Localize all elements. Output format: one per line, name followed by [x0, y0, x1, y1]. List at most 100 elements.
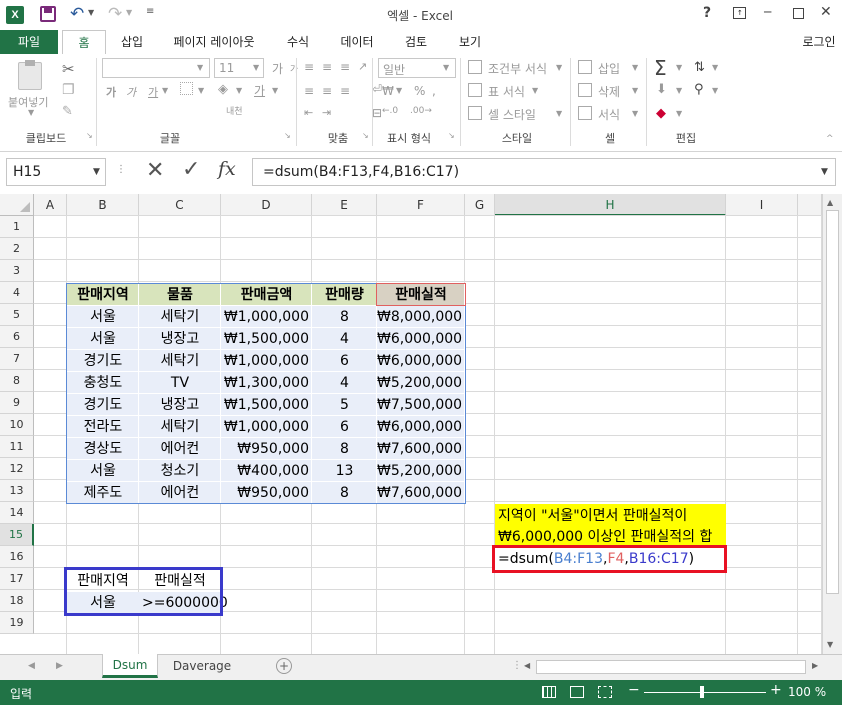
table-format-icon[interactable] — [468, 83, 482, 97]
add-sheet-icon[interactable]: + — [276, 658, 292, 674]
tab-home[interactable]: 홈 — [62, 30, 106, 54]
fill-dropdown-icon[interactable]: ▼ — [676, 86, 682, 95]
zoom-slider[interactable] — [644, 686, 766, 698]
row-header-17[interactable]: 17 — [0, 568, 34, 590]
horizontal-scroll-thumb[interactable] — [536, 660, 806, 674]
tab-view[interactable]: 보기 — [450, 32, 490, 54]
column-header-h[interactable]: H — [495, 194, 726, 216]
fill-color-dropdown-icon[interactable]: ▼ — [236, 86, 242, 95]
tab-data[interactable]: 데이터 — [332, 32, 382, 54]
signin-link[interactable]: 로그인 — [796, 32, 842, 54]
insert-function-button[interactable]: fx — [218, 158, 236, 180]
zoom-in-button[interactable]: + — [770, 682, 782, 698]
conditional-format-button[interactable]: 조건부 서식 — [488, 60, 547, 77]
delete-cells-button[interactable]: 삭제 — [598, 83, 620, 100]
row-header-3[interactable]: 3 — [0, 260, 34, 282]
vertical-scroll-thumb[interactable] — [826, 210, 839, 594]
select-all-corner[interactable] — [0, 194, 34, 216]
name-box-dropdown-icon[interactable]: ▼ — [93, 167, 100, 177]
worksheet-grid[interactable]: A B C D E F G H I 1 2 3 4 5 6 7 8 9 10 11 12 13 14 15 1… — [0, 194, 842, 654]
row-header-6[interactable]: 6 — [0, 326, 34, 348]
table-format-dropdown-icon[interactable]: ▼ — [532, 86, 538, 95]
sort-filter-dropdown-icon[interactable]: ▼ — [712, 63, 718, 72]
sheet-tab-daverage[interactable]: Daverage — [162, 655, 242, 677]
page-layout-view-icon[interactable] — [570, 686, 584, 698]
clipboard-launcher-icon[interactable]: ↘ — [86, 131, 93, 140]
undo-dropdown-icon[interactable]: ▼ — [88, 8, 94, 17]
row-header-2[interactable]: 2 — [0, 238, 34, 260]
decrease-decimal-icon[interactable]: .00→ — [410, 106, 432, 116]
number-format-box[interactable]: 일반 ▼ — [378, 58, 456, 78]
cut-icon[interactable]: ✂ — [62, 60, 75, 78]
column-header-e[interactable]: E — [312, 194, 377, 216]
column-header-f[interactable]: F — [377, 194, 465, 216]
row-header-13[interactable]: 13 — [0, 480, 34, 502]
clear-dropdown-icon[interactable]: ▼ — [676, 109, 682, 118]
autosum-icon[interactable]: Σ — [654, 56, 667, 80]
fill-icon[interactable]: ⬇ — [656, 82, 667, 97]
maximize-button[interactable] — [793, 8, 804, 19]
font-color-dropdown-icon[interactable]: ▼ — [272, 86, 278, 95]
row-header-10[interactable]: 10 — [0, 414, 34, 436]
conditional-dropdown-icon[interactable]: ▼ — [556, 63, 562, 72]
align-right-icon[interactable]: ≡ — [340, 84, 350, 98]
merge-center-icon[interactable]: ⊟ — [372, 106, 382, 120]
customize-qat-icon[interactable]: ≡ — [146, 6, 154, 17]
copy-icon[interactable]: ❐ — [62, 82, 75, 98]
comma-icon[interactable]: , — [432, 84, 436, 98]
insert-cells-icon[interactable] — [578, 60, 592, 74]
row-header-5[interactable]: 5 — [0, 304, 34, 326]
formula-bar-splitter[interactable]: ⋮ — [116, 164, 126, 175]
help-button[interactable]: ? — [703, 5, 711, 21]
insert-dropdown-icon[interactable]: ▼ — [632, 63, 638, 72]
clear-icon[interactable]: ◆ — [656, 106, 666, 121]
save-icon[interactable] — [40, 6, 56, 22]
formula-input[interactable]: =dsum(B4:F13,F4,B16:C17) ▼ — [252, 158, 836, 186]
alignment-launcher-icon[interactable]: ↘ — [362, 131, 369, 140]
format-painter-icon[interactable]: ✎ — [62, 104, 73, 119]
minimize-button[interactable]: ─ — [764, 5, 771, 19]
find-dropdown-icon[interactable]: ▼ — [712, 86, 718, 95]
row-header-7[interactable]: 7 — [0, 348, 34, 370]
row-header-19[interactable]: 19 — [0, 612, 34, 634]
expand-formula-icon[interactable]: ▼ — [821, 167, 828, 177]
confirm-entry-icon[interactable]: ✓ — [182, 157, 200, 182]
scroll-up-icon[interactable]: ▲ — [827, 198, 833, 207]
close-button[interactable]: ✕ — [820, 4, 832, 20]
shrink-font-button[interactable]: 가 — [290, 62, 298, 75]
row-header-4[interactable]: 4 — [0, 282, 34, 304]
scroll-left-icon[interactable]: ◀ — [524, 661, 530, 670]
active-cell-h15[interactable]: =dsum(B4:F13,F4,B16:C17) — [492, 545, 727, 573]
underline-button[interactable]: 가 — [148, 84, 158, 100]
table-format-button[interactable]: 표 서식 — [488, 83, 525, 100]
zoom-out-button[interactable]: − — [628, 682, 640, 698]
decrease-indent-icon[interactable]: ⇤ — [304, 106, 313, 119]
column-header-c[interactable]: C — [139, 194, 221, 216]
align-top-icon[interactable]: ≡ — [304, 60, 314, 74]
column-header-b[interactable]: B — [67, 194, 139, 216]
italic-button[interactable]: 가 — [126, 84, 136, 100]
fill-color-icon[interactable]: ◈ — [218, 82, 228, 97]
align-middle-icon[interactable]: ≡ — [322, 60, 332, 74]
row-header-8[interactable]: 8 — [0, 370, 34, 392]
row-header-16[interactable]: 16 — [0, 546, 34, 568]
align-bottom-icon[interactable]: ≡ — [340, 60, 350, 74]
ribbon-display-icon[interactable]: ↑ — [733, 7, 746, 19]
next-sheet-icon[interactable]: ▶ — [56, 661, 63, 671]
horizontal-scrollbar[interactable]: ◀ ▶ — [522, 659, 822, 675]
zoom-slider-thumb[interactable] — [700, 686, 704, 698]
cell-style-button[interactable]: 셀 스타일 — [488, 106, 536, 123]
increase-decimal-icon[interactable]: ←.0 — [382, 106, 398, 116]
tab-formulas[interactable]: 수식 — [278, 32, 318, 54]
number-format-dropdown-icon[interactable]: ▼ — [443, 63, 449, 72]
font-size-box[interactable]: 11 ▼ — [214, 58, 264, 78]
cell-style-icon[interactable] — [468, 106, 482, 120]
borders-dropdown-icon[interactable]: ▼ — [198, 86, 204, 95]
tab-splitter-icon[interactable]: ⋮ — [512, 660, 522, 671]
row-header-1[interactable]: 1 — [0, 216, 34, 238]
grow-font-button[interactable]: 가 — [272, 60, 283, 77]
cancel-entry-icon[interactable]: ✕ — [146, 158, 164, 183]
column-header-i[interactable]: I — [726, 194, 798, 216]
font-name-dropdown-icon[interactable]: ▼ — [197, 63, 203, 72]
font-name-box[interactable]: ▼ — [102, 58, 210, 78]
